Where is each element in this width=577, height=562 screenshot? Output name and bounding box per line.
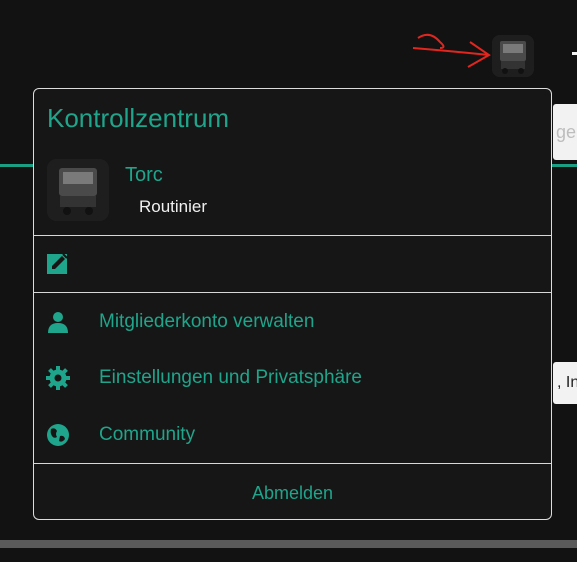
- user-rank: Routinier: [139, 197, 208, 216]
- divider: [34, 463, 551, 464]
- user-icon: [48, 312, 68, 333]
- accent-line-right: [552, 164, 577, 167]
- accent-line-left: [0, 164, 34, 167]
- truck-avatar-icon: [47, 159, 109, 221]
- menu-item-settings[interactable]: Einstellungen und Privatsphäre: [34, 358, 551, 398]
- edit-status-icon[interactable]: [46, 251, 70, 275]
- menu-item-label: Einstellungen und Privatsphäre: [99, 367, 363, 388]
- username-link[interactable]: Torc: [125, 164, 163, 187]
- divider: [34, 292, 551, 293]
- gear-icon: [46, 366, 70, 390]
- menu-item-account[interactable]: Mitgliederkonto verwalten: [34, 302, 551, 342]
- bottom-scroll-bar[interactable]: [0, 540, 577, 548]
- divider: [34, 235, 551, 236]
- background-card-fragment: , Inl: [553, 362, 577, 404]
- background-text-fragment: ge: [556, 122, 577, 142]
- background-text-fragment-2: , Inl: [557, 374, 577, 391]
- menu-item-community[interactable]: Community: [34, 415, 551, 455]
- user-avatar-button[interactable]: [492, 35, 534, 77]
- menu-item-label: Community: [99, 424, 196, 445]
- control-center-panel: Kontrollzentrum Torc Routinier Mitgliede…: [33, 88, 552, 520]
- panel-title: Kontrollzentrum: [47, 103, 230, 133]
- background-input-fragment[interactable]: ge: [553, 104, 577, 160]
- truck-avatar-icon: [492, 35, 534, 77]
- menu-item-label: Mitgliederkonto verwalten: [99, 311, 315, 332]
- logout-button[interactable]: Abmelden: [34, 467, 551, 519]
- globe-icon: [47, 424, 69, 446]
- header-icon-fragment[interactable]: [572, 52, 577, 55]
- profile-avatar[interactable]: [47, 159, 109, 221]
